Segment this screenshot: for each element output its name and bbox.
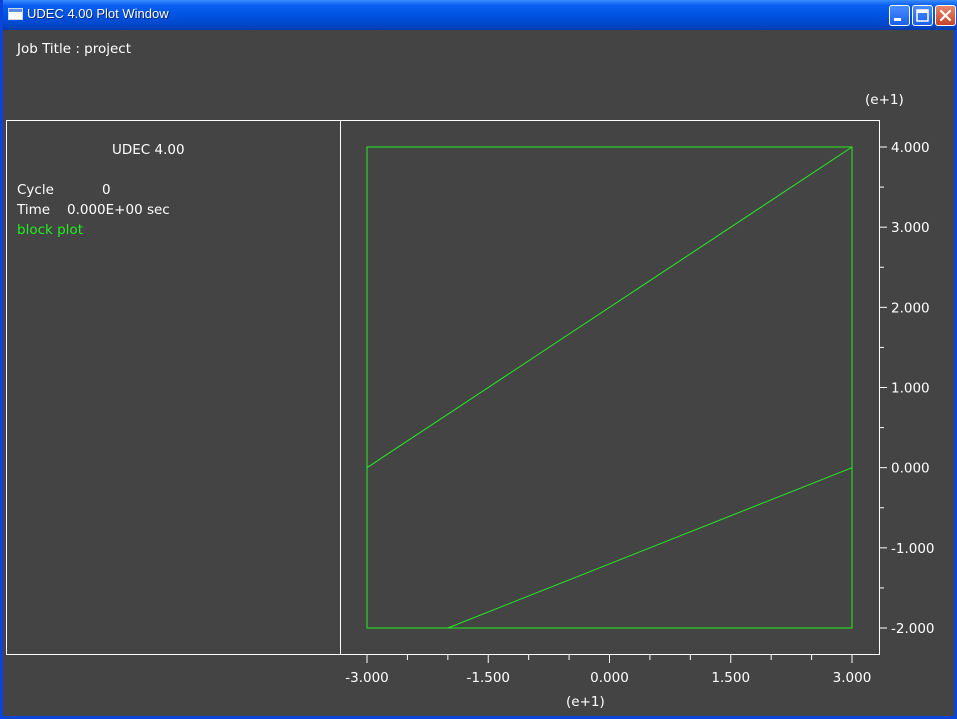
plot-window: UDEC 4.00 Plot Window Job Title : projec…	[0, 0, 957, 719]
plot-frame	[6, 120, 880, 655]
x-tick-label: 1.500	[711, 670, 750, 686]
x-tick-label: 0.000	[590, 670, 629, 686]
joint-line-2	[447, 467, 853, 629]
y-tick-label: 0.000	[891, 461, 930, 477]
y-tick-label: 3.000	[891, 220, 930, 236]
axis-ticks	[366, 146, 887, 663]
window-title: UDEC 4.00 Plot Window	[27, 6, 169, 21]
tick-labels: 4.000 3.000 2.000 1.000 0.000 -1.000 -2.000 -3.…	[345, 140, 934, 686]
y-tick-label: 4.000	[891, 140, 930, 156]
title-bar[interactable]: UDEC 4.00 Plot Window	[3, 0, 957, 30]
y-tick-label: 1.000	[891, 381, 930, 397]
close-icon	[939, 9, 952, 22]
cycle-value: 0	[102, 182, 111, 198]
time-value: 0.000E+00 sec	[67, 202, 170, 218]
job-title: Job Title : project	[16, 41, 131, 57]
close-button[interactable]	[935, 5, 956, 26]
y-tick-label: -1.000	[891, 541, 935, 557]
minimize-button[interactable]	[889, 5, 910, 26]
x-tick-label: -1.500	[466, 670, 510, 686]
maximize-icon	[916, 9, 929, 22]
x-tick-label: -3.000	[345, 670, 389, 686]
block-plot	[366, 146, 853, 629]
y-tick-label: 2.000	[891, 300, 930, 316]
cycle-label: Cycle	[17, 182, 54, 198]
y-scale-label: (e+1)	[865, 92, 904, 108]
x-scale-label: (e+1)	[566, 694, 605, 710]
joint-line-1	[366, 146, 853, 469]
minimize-icon	[894, 18, 901, 21]
maximize-button[interactable]	[912, 5, 933, 26]
plot-canvas: Job Title : project UDEC 4.00 Cycle 0 Ti…	[6, 41, 935, 710]
x-tick-label: 3.000	[833, 670, 872, 686]
block-boundary	[366, 146, 853, 629]
time-label: Time	[16, 202, 50, 218]
y-tick-label: -2.000	[891, 621, 935, 637]
legend-block-plot: block plot	[17, 222, 83, 238]
program-label: UDEC 4.00	[112, 142, 185, 158]
app-icon	[8, 8, 23, 20]
